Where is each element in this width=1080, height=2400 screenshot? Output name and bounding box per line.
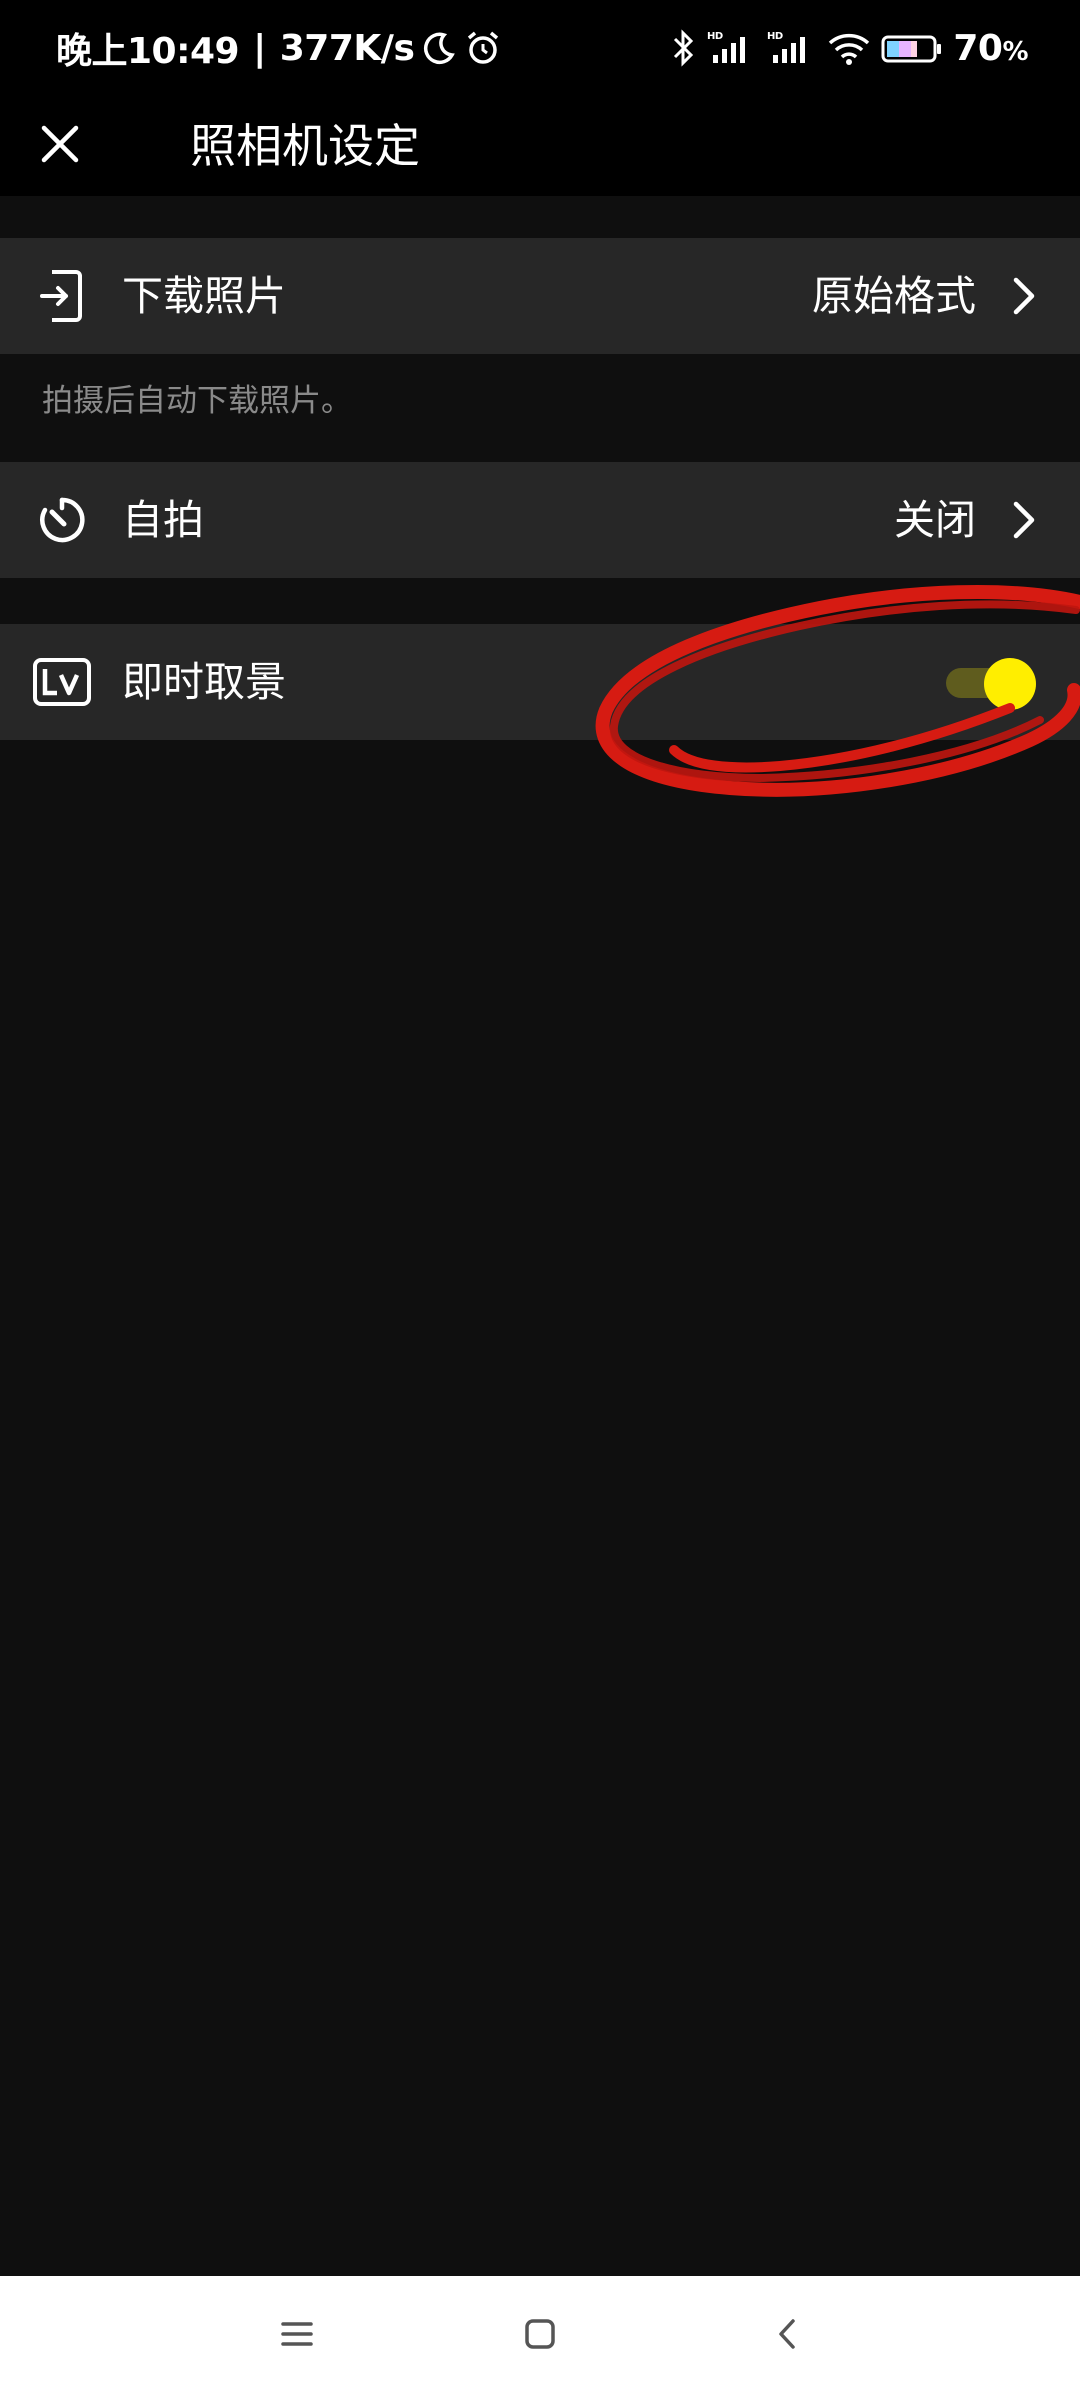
download-to-phone-icon bbox=[30, 264, 94, 328]
download-photos-label: 下载照片 bbox=[122, 272, 286, 320]
home-button[interactable] bbox=[508, 2304, 572, 2368]
live-view-label: 即时取景 bbox=[122, 658, 286, 706]
live-view-icon bbox=[30, 650, 94, 714]
download-photos-value: 原始格式 bbox=[812, 272, 976, 320]
page-title: 照相机设定 bbox=[190, 119, 420, 173]
moon-icon bbox=[422, 31, 456, 65]
battery-icon bbox=[881, 31, 943, 65]
download-photos-description: 拍摄后自动下载照片。 bbox=[42, 383, 352, 419]
status-net-speed: 377K/s bbox=[279, 27, 415, 69]
home-icon bbox=[524, 2318, 556, 2354]
live-view-row: 即时取景 bbox=[0, 624, 1080, 740]
wifi-icon bbox=[827, 29, 871, 67]
menu-button[interactable] bbox=[265, 2304, 329, 2368]
chevron-right-icon bbox=[1002, 274, 1046, 318]
svg-text:HD: HD bbox=[767, 31, 783, 42]
status-separator: | bbox=[253, 27, 266, 69]
download-photos-row[interactable]: 下载照片 原始格式 bbox=[0, 238, 1080, 354]
self-timer-icon bbox=[30, 488, 94, 552]
app-header: 照相机设定 bbox=[0, 96, 1080, 196]
status-bar-right: HD HD 70% bbox=[671, 28, 1028, 69]
back-icon bbox=[775, 2317, 799, 2355]
self-timer-label: 自拍 bbox=[122, 496, 204, 544]
battery-level: 70% bbox=[953, 27, 1028, 69]
system-nav-bar bbox=[0, 2276, 1080, 2400]
back-button[interactable] bbox=[755, 2304, 819, 2368]
hd-signal-icon: HD bbox=[767, 29, 817, 67]
svg-text:HD: HD bbox=[707, 31, 723, 42]
menu-icon bbox=[280, 2319, 314, 2353]
hd-signal-icon: HD bbox=[707, 29, 757, 67]
self-timer-row[interactable]: 自拍 关闭 bbox=[0, 462, 1080, 578]
bluetooth-icon bbox=[671, 29, 697, 67]
close-button[interactable] bbox=[28, 114, 92, 178]
close-icon bbox=[38, 122, 82, 170]
alarm-icon bbox=[464, 29, 502, 67]
toggle-knob bbox=[984, 658, 1036, 710]
status-time: 晚上10:49 bbox=[56, 31, 240, 72]
self-timer-value: 关闭 bbox=[894, 496, 976, 544]
chevron-right-icon bbox=[1002, 498, 1046, 542]
status-bar-left: 晚上10:49 | 377K/s bbox=[56, 22, 502, 74]
live-view-toggle[interactable] bbox=[946, 656, 1036, 710]
status-bar: 晚上10:49 | 377K/s HD HD 70% bbox=[0, 0, 1080, 96]
